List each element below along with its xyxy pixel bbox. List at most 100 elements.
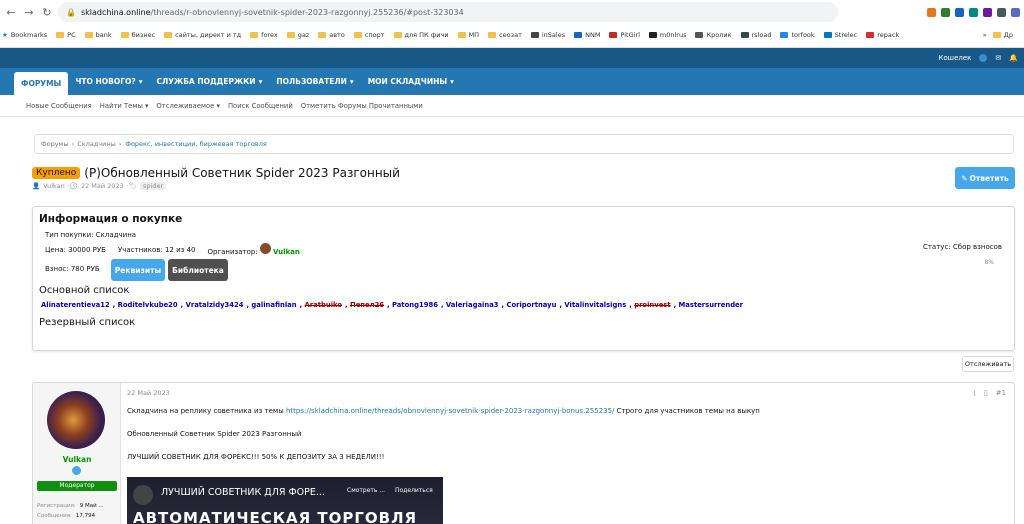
tab-whats-new[interactable]: ЧТО НОВОГО? ▾: [68, 68, 149, 95]
member-link[interactable]: Patong1986: [392, 301, 438, 309]
tab-my-purchases[interactable]: МОИ СКЛАДЧИНЫ ▾: [361, 68, 461, 95]
member-link[interactable]: Mastersurrender: [679, 301, 743, 309]
bookmark[interactable]: torfook: [780, 31, 815, 39]
forward-icon[interactable]: →: [22, 6, 36, 19]
member-link[interactable]: galinafinlan: [251, 301, 296, 309]
tab-forums[interactable]: ФОРУМЫ: [14, 72, 69, 95]
watch-later-button[interactable]: Смотреть ...: [347, 487, 385, 494]
purchase-price: Цена: 30000 РУБ: [45, 245, 106, 254]
post-number[interactable]: #1: [996, 389, 1006, 397]
members-list: Alinaterentieva12, Roditelvkube20, Vrata…: [41, 301, 744, 309]
video-controls: Смотреть ... Поделиться: [347, 487, 433, 494]
chevron-down-icon: ▾: [258, 77, 263, 86]
member-link[interactable]: proinvest: [634, 301, 670, 309]
mail-icon[interactable]: ✉: [995, 54, 1001, 62]
bell-icon[interactable]: 🔔: [1009, 54, 1018, 62]
extension-icon[interactable]: [983, 7, 992, 17]
notification-icon[interactable]: [979, 54, 988, 62]
puzzle-icon[interactable]: [997, 7, 1006, 17]
library-button[interactable]: Библиотека: [168, 259, 228, 281]
reload-icon[interactable]: ↻: [40, 6, 54, 19]
bookmark[interactable]: bank: [84, 31, 112, 39]
subnav-find-threads[interactable]: Найти Темы ▾: [100, 102, 149, 110]
subnav-new-posts[interactable]: Новые Сообщения: [26, 102, 92, 110]
bookmark[interactable]: сайты, директ и тд: [164, 31, 241, 39]
bookmark[interactable]: авто: [318, 31, 345, 39]
member-link[interactable]: Vratalzidy3424: [186, 301, 244, 309]
reserve-list-heading: Резервный список: [39, 317, 136, 328]
bookmark[interactable]: rsload: [740, 31, 771, 39]
purchase-type: Тип покупки: Складчина: [45, 231, 137, 239]
bookmark[interactable]: m0nlrus: [648, 31, 686, 39]
bookmark[interactable]: спорт: [353, 31, 385, 39]
bookmark[interactable]: бизнес: [120, 31, 155, 39]
share-button[interactable]: Поделиться: [395, 487, 433, 494]
requisites-button[interactable]: Реквизиты: [111, 259, 165, 281]
bookmark[interactable]: Кролик: [695, 31, 732, 39]
subnav-mark-read[interactable]: Отметить Форумы Прочитанными: [301, 102, 423, 110]
breadcrumb-current[interactable]: Форекс, инвестиции, биржевая торговля: [125, 140, 266, 148]
address-bar[interactable]: 🔒 skladchina.online/threads/r-obnovlenny…: [58, 2, 838, 22]
page-title: (Р)Обновленный Советник Spider 2023 Разг…: [84, 166, 400, 180]
extension-icon[interactable]: [941, 7, 950, 17]
bookmark[interactable]: NNM: [574, 31, 600, 39]
video-embed[interactable]: ЛУЧШИЙ СОВЕТНИК ДЛЯ ФОРЕ... Смотреть ...…: [127, 477, 443, 524]
subnav-search[interactable]: Поиск Сообщений: [228, 102, 293, 110]
video-title: ЛУЧШИЙ СОВЕТНИК ДЛЯ ФОРЕ...: [161, 487, 325, 498]
post-date[interactable]: 22 Май 2023: [127, 389, 170, 397]
folder-icon: [318, 32, 327, 38]
avatar[interactable]: [259, 243, 271, 254]
bookmark[interactable]: repack: [866, 31, 899, 39]
subnav-watched[interactable]: Отслеживаемое ▾: [156, 102, 220, 110]
bookmark[interactable]: МП: [457, 31, 479, 39]
member-link[interactable]: Valeriagaina3: [446, 301, 499, 309]
bookmark[interactable]: inSales: [530, 31, 565, 39]
site-icon: [530, 32, 539, 38]
purchase-info-panel: Информация о покупке Тип покупки: Складч…: [32, 206, 1015, 351]
metamask-icon[interactable]: [927, 7, 936, 17]
profile-icon[interactable]: [1011, 7, 1020, 17]
share-icon[interactable]: ⟨: [973, 389, 976, 397]
wallet-link[interactable]: Кошелек: [938, 54, 971, 62]
back-icon[interactable]: ←: [4, 6, 18, 19]
other-bookmarks[interactable]: » Др: [983, 31, 1013, 39]
post-link[interactable]: https://skladchina.online/threads/obnovl…: [286, 407, 614, 415]
stat-registration: Регистрация: 9 Май ...: [37, 503, 104, 509]
chevron-down-icon: ▾: [450, 77, 454, 86]
extension-icon[interactable]: [969, 7, 978, 17]
thread-tag[interactable]: spider: [140, 182, 167, 190]
thread-date[interactable]: 22 Май 2023: [81, 182, 124, 190]
bookmark[interactable]: PC: [56, 31, 76, 39]
bookmarks-menu[interactable]: ★ Bookmarks: [2, 31, 47, 39]
tab-support[interactable]: СЛУЖБА ПОДДЕРЖКИ ▾: [150, 68, 270, 95]
reply-button[interactable]: ✎ Ответить: [955, 167, 1015, 189]
user-icon: 👤: [32, 182, 41, 190]
thread-author[interactable]: Vulkan: [43, 182, 65, 190]
bookmark[interactable]: сеозат: [488, 31, 522, 39]
watch-button[interactable]: Отслеживать: [962, 356, 1014, 372]
member-link[interactable]: Vitalinvitalsigns: [564, 301, 626, 309]
bookmark[interactable]: Strelec: [823, 31, 857, 39]
stat-messages: Сообщения: 17,794: [37, 513, 96, 519]
page-content: Форумы › Складчины › Форекс, инвестиции,…: [24, 124, 1024, 524]
url-row: ← → ↻ 🔒 skladchina.online/threads/r-obno…: [0, 0, 1024, 24]
member-link[interactable]: Coriportnayu: [506, 301, 556, 309]
folder-icon: [393, 32, 402, 38]
breadcrumb-skladchiny[interactable]: Складчины: [77, 140, 116, 148]
bookmark[interactable]: для ПК фичи: [393, 31, 449, 39]
bookmark-icon[interactable]: ▯: [984, 389, 988, 397]
post-username[interactable]: Vulkan: [33, 455, 121, 464]
organizer-name[interactable]: Vulkan: [273, 248, 300, 256]
bookmark[interactable]: gaz: [286, 31, 309, 39]
breadcrumb-forums[interactable]: Форумы: [41, 140, 69, 148]
member-link[interactable]: Alinaterentieva12: [41, 301, 110, 309]
bookmark[interactable]: PitGirl: [609, 31, 640, 39]
tab-users[interactable]: ПОЛЬЗОВАТЕЛИ ▾: [269, 68, 360, 95]
avatar[interactable]: [47, 391, 105, 449]
folder-icon: [457, 32, 466, 38]
member-link[interactable]: Aratbuiko: [305, 301, 343, 309]
extension-icon[interactable]: [955, 7, 964, 17]
bookmark[interactable]: forex: [250, 31, 278, 39]
member-link[interactable]: Пепел26: [350, 301, 384, 309]
member-link[interactable]: Roditelvkube20: [118, 301, 178, 309]
